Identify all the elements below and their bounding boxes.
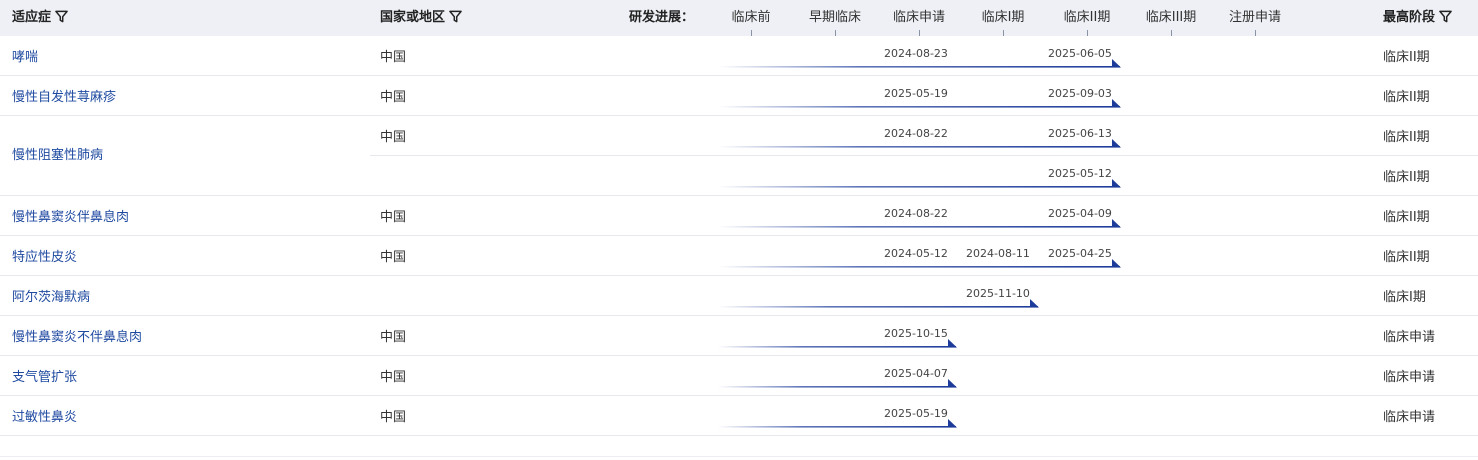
row-divider bbox=[0, 115, 1478, 116]
indication-header[interactable]: 适应症 bbox=[12, 0, 68, 36]
highest-stage-cell: 临床II期 bbox=[1383, 250, 1430, 265]
row-divider bbox=[0, 435, 1478, 436]
region-cell: 中国 bbox=[380, 370, 407, 385]
sub-row-divider bbox=[370, 155, 1478, 156]
progress-bar bbox=[718, 377, 958, 391]
highest-stage-cell: 临床II期 bbox=[1383, 170, 1430, 185]
row-divider bbox=[0, 235, 1478, 236]
stage-tick bbox=[1003, 30, 1004, 36]
region-cell: 中国 bbox=[380, 90, 407, 105]
stage-tick bbox=[751, 30, 752, 36]
progress-label: 研发进展： bbox=[629, 10, 695, 25]
highest-stage-header[interactable]: 最高阶段 bbox=[1383, 0, 1452, 36]
progress-bar bbox=[718, 257, 1122, 271]
progress-bar bbox=[718, 337, 958, 351]
stage-tick bbox=[1171, 30, 1172, 36]
indication-link[interactable]: 哮喘 bbox=[12, 46, 38, 65]
highest-stage-cell: 临床II期 bbox=[1383, 90, 1430, 105]
filter-icon[interactable] bbox=[1439, 10, 1452, 23]
highest-stage-cell: 临床申请 bbox=[1383, 410, 1436, 425]
highest-stage-cell: 临床申请 bbox=[1383, 370, 1436, 385]
highest-stage-cell: 临床I期 bbox=[1383, 290, 1426, 305]
progress-bar bbox=[718, 177, 1122, 191]
table-footer-line bbox=[0, 456, 1478, 457]
indication-link[interactable]: 特应性皮炎 bbox=[12, 246, 77, 265]
highest-stage-cell: 临床II期 bbox=[1383, 50, 1430, 65]
progress-bar bbox=[718, 97, 1122, 111]
region-cell: 中国 bbox=[380, 50, 407, 65]
row-divider bbox=[0, 75, 1478, 76]
filter-icon[interactable] bbox=[55, 10, 68, 23]
region-cell: 中国 bbox=[380, 410, 407, 425]
indication-link[interactable]: 阿尔茨海默病 bbox=[12, 286, 90, 305]
stage-tick bbox=[1087, 30, 1088, 36]
indication-link[interactable]: 过敏性鼻炎 bbox=[12, 406, 77, 425]
region-cell: 中国 bbox=[380, 210, 407, 225]
progress-bar bbox=[718, 417, 958, 431]
stage-tick bbox=[835, 30, 836, 36]
highest-stage-cell: 临床II期 bbox=[1383, 210, 1430, 225]
highest-stage-header-label: 最高阶段 bbox=[1383, 10, 1436, 25]
progress-bar bbox=[718, 137, 1122, 151]
indication-link[interactable]: 慢性自发性荨麻疹 bbox=[12, 86, 116, 105]
table-header: 适应症 国家或地区 研发进展： 临床前 早期临床 临床申请 临床I期 临床II期… bbox=[0, 0, 1478, 36]
indication-header-label: 适应症 bbox=[12, 10, 52, 25]
row-divider bbox=[0, 195, 1478, 196]
indication-link[interactable]: 慢性鼻窦炎伴鼻息肉 bbox=[12, 206, 129, 225]
indication-link[interactable]: 慢性鼻窦炎不伴鼻息肉 bbox=[12, 326, 142, 345]
progress-bar bbox=[718, 57, 1122, 71]
progress-bar bbox=[718, 297, 1040, 311]
row-divider bbox=[0, 395, 1478, 396]
region-cell: 中国 bbox=[380, 130, 407, 145]
stage-tick bbox=[1255, 30, 1256, 36]
highest-stage-cell: 临床申请 bbox=[1383, 330, 1436, 345]
highest-stage-cell: 临床II期 bbox=[1383, 130, 1430, 145]
region-header[interactable]: 国家或地区 bbox=[380, 0, 462, 36]
region-cell: 中国 bbox=[380, 330, 407, 345]
indication-link[interactable]: 慢性阻塞性肺病 bbox=[12, 144, 103, 163]
row-divider bbox=[0, 355, 1478, 356]
stage-tick bbox=[919, 30, 920, 36]
indication-link[interactable]: 支气管扩张 bbox=[12, 366, 77, 385]
row-divider bbox=[0, 315, 1478, 316]
region-cell: 中国 bbox=[380, 250, 407, 265]
filter-icon[interactable] bbox=[449, 10, 462, 23]
progress-bar bbox=[718, 217, 1122, 231]
region-header-label: 国家或地区 bbox=[380, 10, 446, 25]
row-divider bbox=[0, 275, 1478, 276]
